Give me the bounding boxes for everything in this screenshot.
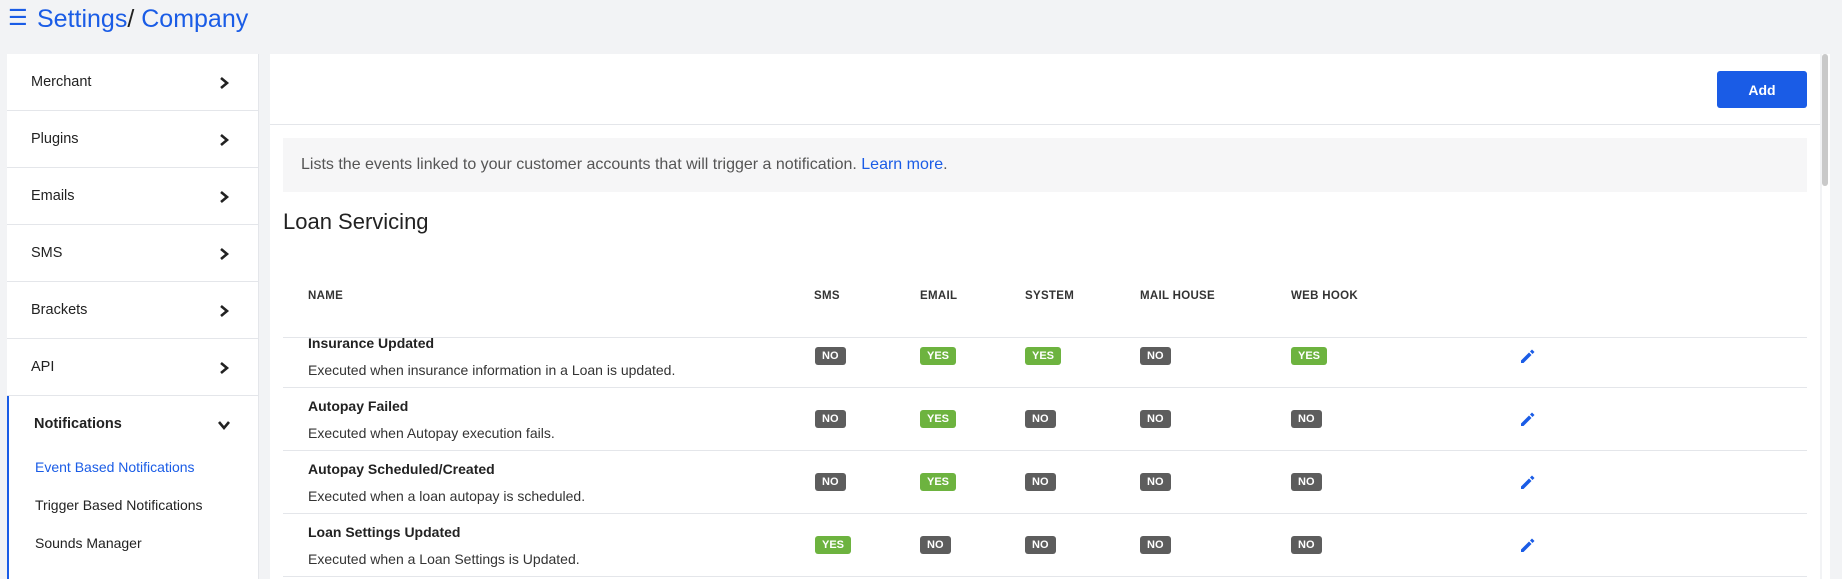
web-hook-status-badge: YES bbox=[1291, 347, 1328, 365]
sidebar-item-label: Emails bbox=[31, 188, 75, 204]
web-hook-status-badge: NO bbox=[1291, 536, 1322, 554]
add-button[interactable]: Add bbox=[1717, 71, 1807, 108]
event-name: Loan Settings Updated bbox=[308, 524, 461, 540]
sidebar-item-merchant[interactable]: Merchant bbox=[7, 54, 258, 111]
chevron-right-icon bbox=[220, 362, 230, 374]
breadcrumb-settings-link[interactable]: Settings bbox=[37, 5, 127, 33]
pencil-icon[interactable] bbox=[1518, 536, 1536, 554]
system-status-badge: NO bbox=[1025, 536, 1056, 554]
chevron-down-icon bbox=[218, 421, 230, 431]
email-status-badge: YES bbox=[920, 410, 957, 428]
sidebar-item-label: Plugins bbox=[31, 131, 79, 147]
table-row: Autopay Scheduled/Created Executed when … bbox=[283, 451, 1807, 514]
table-header bbox=[283, 239, 1807, 338]
email-status-badge: NO bbox=[920, 536, 951, 554]
chevron-right-icon bbox=[220, 305, 230, 317]
table-row: Insurance Updated Executed when insuranc… bbox=[283, 325, 1807, 388]
event-name: Autopay Failed bbox=[308, 398, 409, 414]
chevron-right-icon bbox=[220, 191, 230, 203]
column-header-web-hook[interactable]: WEB HOOK bbox=[1291, 290, 1358, 302]
pencil-icon[interactable] bbox=[1518, 410, 1536, 428]
scrollbar-thumb[interactable] bbox=[1822, 54, 1828, 186]
email-status-badge: YES bbox=[920, 347, 957, 365]
pencil-icon[interactable] bbox=[1518, 473, 1536, 491]
sms-status-badge: NO bbox=[815, 473, 846, 491]
email-status-badge: YES bbox=[920, 473, 957, 491]
menu-icon[interactable]: ☰ bbox=[8, 6, 28, 30]
breadcrumb-separator: / bbox=[127, 5, 135, 33]
sidebar-subitem-sounds-manager[interactable]: Sounds Manager bbox=[35, 535, 142, 551]
sidebar-subitem-trigger-based[interactable]: Trigger Based Notifications bbox=[35, 497, 203, 513]
column-header-system[interactable]: SYSTEM bbox=[1025, 290, 1074, 302]
top-bar: ☰ Settings/ Company bbox=[0, 0, 1842, 40]
learn-more-link[interactable]: Learn more bbox=[861, 156, 943, 173]
sidebar-item-label: API bbox=[31, 359, 55, 375]
info-text: Lists the events linked to your customer… bbox=[301, 156, 862, 173]
sms-status-badge: YES bbox=[815, 536, 852, 554]
column-header-name[interactable]: NAME bbox=[308, 290, 343, 302]
web-hook-status-badge: NO bbox=[1291, 410, 1322, 428]
system-status-badge: NO bbox=[1025, 473, 1056, 491]
event-description: Executed when Autopay execution fails. bbox=[308, 425, 555, 441]
sidebar: Merchant Plugins Emails SMS Brackets API… bbox=[7, 54, 259, 579]
main-panel: Add Lists the events linked to your cust… bbox=[270, 54, 1820, 579]
column-header-mail-house[interactable]: MAIL HOUSE bbox=[1140, 290, 1215, 302]
scrollbar[interactable] bbox=[1822, 54, 1830, 579]
sidebar-item-label: SMS bbox=[31, 245, 63, 261]
chevron-right-icon bbox=[220, 248, 230, 260]
breadcrumb: Settings/ Company bbox=[37, 3, 248, 35]
table-row: Autopay Failed Executed when Autopay exe… bbox=[283, 388, 1807, 451]
system-status-badge: YES bbox=[1025, 347, 1062, 365]
column-header-email[interactable]: EMAIL bbox=[920, 290, 957, 302]
mail-house-status-badge: NO bbox=[1140, 410, 1171, 428]
column-header-sms[interactable]: SMS bbox=[814, 290, 840, 302]
info-banner: Lists the events linked to your customer… bbox=[283, 138, 1807, 192]
sidebar-item-label: Merchant bbox=[31, 74, 92, 90]
mail-house-status-badge: NO bbox=[1140, 473, 1171, 491]
sidebar-item-notifications[interactable]: Notifications Event Based Notifications … bbox=[7, 396, 258, 579]
sidebar-item-api[interactable]: API bbox=[7, 339, 258, 396]
chevron-right-icon bbox=[220, 77, 230, 89]
sms-status-badge: NO bbox=[815, 347, 846, 365]
breadcrumb-company-link[interactable]: Company bbox=[141, 5, 248, 33]
sidebar-item-sms[interactable]: SMS bbox=[7, 225, 258, 282]
chevron-right-icon bbox=[220, 134, 230, 146]
sms-status-badge: NO bbox=[815, 410, 846, 428]
event-name: Insurance Updated bbox=[308, 335, 435, 351]
sidebar-subitem-event-based[interactable]: Event Based Notifications bbox=[35, 459, 195, 475]
mail-house-status-badge: NO bbox=[1140, 347, 1171, 365]
sidebar-item-brackets[interactable]: Brackets bbox=[7, 282, 258, 339]
event-description: Executed when a Loan Settings is Updated… bbox=[308, 551, 580, 567]
sidebar-item-label: Brackets bbox=[31, 302, 88, 318]
mail-house-status-badge: NO bbox=[1140, 536, 1171, 554]
sidebar-item-emails[interactable]: Emails bbox=[7, 168, 258, 225]
system-status-badge: NO bbox=[1025, 410, 1056, 428]
sidebar-item-label: Notifications bbox=[34, 416, 122, 432]
panel-header: Add bbox=[270, 54, 1820, 125]
table-row: Loan Settings Updated Executed when a Lo… bbox=[283, 514, 1807, 577]
info-suffix: . bbox=[943, 156, 948, 173]
event-description: Executed when a loan autopay is schedule… bbox=[308, 488, 586, 504]
event-name: Autopay Scheduled/Created bbox=[308, 461, 495, 477]
section-title: Loan Servicing bbox=[283, 209, 429, 234]
sidebar-item-plugins[interactable]: Plugins bbox=[7, 111, 258, 168]
web-hook-status-badge: NO bbox=[1291, 473, 1322, 491]
event-description: Executed when insurance information in a… bbox=[308, 362, 676, 378]
pencil-icon[interactable] bbox=[1518, 347, 1536, 365]
